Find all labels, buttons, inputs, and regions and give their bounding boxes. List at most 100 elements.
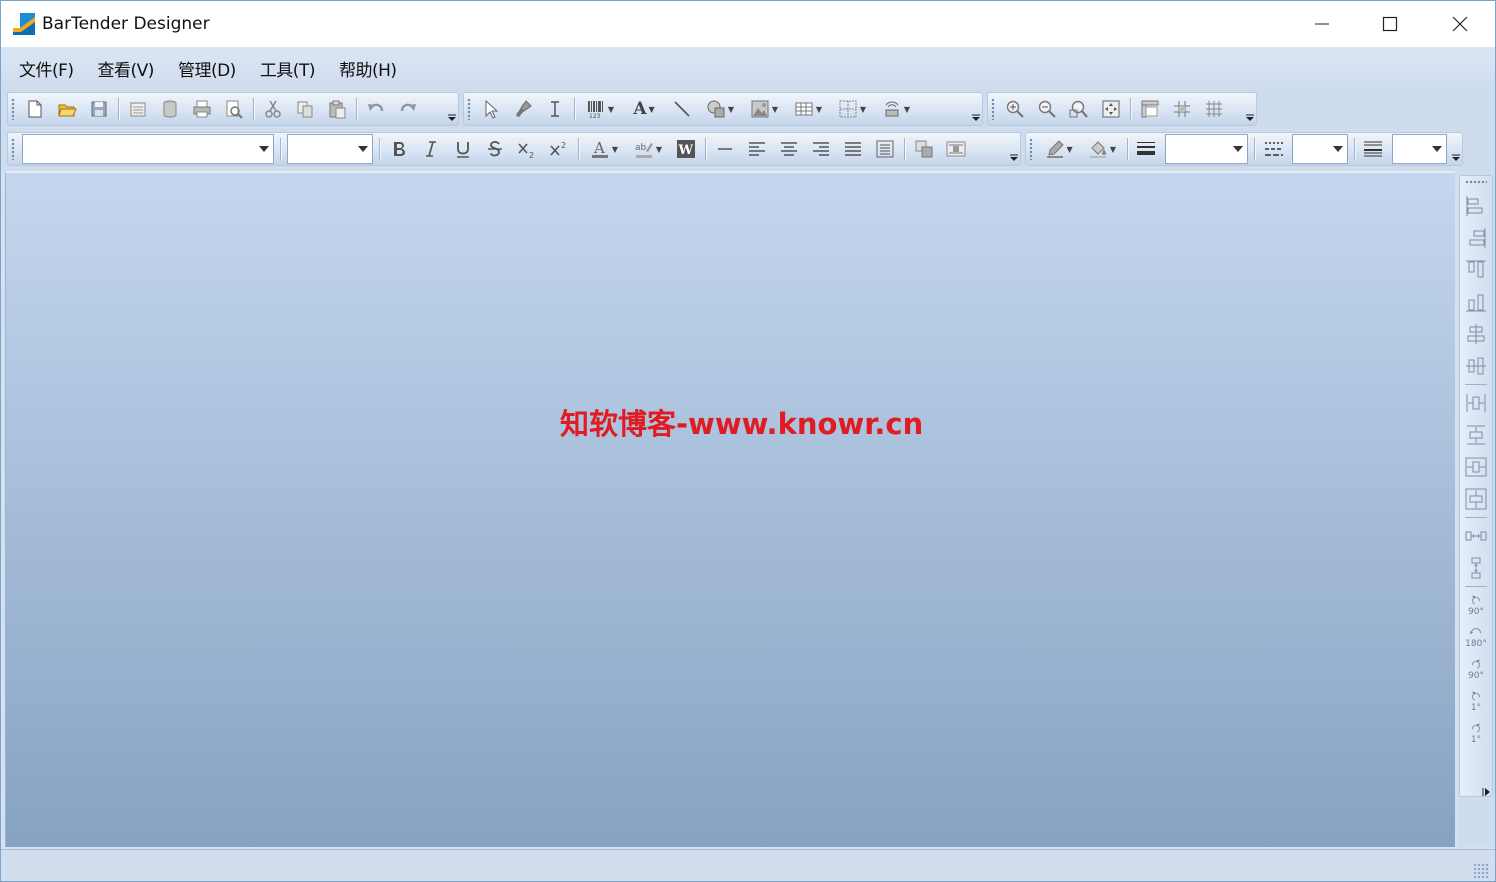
italic-button[interactable] [417,135,445,163]
format-painter-button[interactable] [509,95,537,123]
toolbar-overflow-button[interactable] [1450,134,1462,164]
font-name-combo[interactable] [22,134,274,164]
align-top-edges-button[interactable] [1462,255,1490,285]
font-color-button[interactable]: A ▼ [584,135,624,163]
print-button[interactable] [188,95,216,123]
distribute-vertical-button[interactable] [1462,553,1490,583]
align-left-edges-button[interactable] [1462,191,1490,221]
show-grid-icon [1206,101,1222,117]
word-wrap-button[interactable]: W [672,135,700,163]
rotate-180-button[interactable]: 180° [1462,622,1490,652]
toolbar-grip[interactable] [1029,138,1033,160]
table-tool-button[interactable]: ▼ [788,95,828,123]
line-weight-button[interactable] [1133,135,1161,163]
align-middles-button[interactable] [1462,351,1490,381]
align-center-button[interactable] [775,135,803,163]
align-centers-button[interactable] [1462,319,1490,349]
border-style-button[interactable] [1360,135,1388,163]
distribute-horizontal-button[interactable] [1462,521,1490,551]
zoom-in-button[interactable] [1001,95,1029,123]
menu-file[interactable]: 文件(F) [9,52,84,85]
rotate-cw-1-button[interactable]: 1° [1462,718,1490,748]
align-bottom-edges-button[interactable] [1462,287,1490,317]
toolbar-grip[interactable] [1465,180,1487,184]
toolbar-overflow-button[interactable] [1462,784,1495,800]
shapes-tool-button[interactable]: ▼ [700,95,740,123]
center-horizontal-button[interactable] [1462,388,1490,418]
ruler-button[interactable] [1136,95,1164,123]
wrap-text-button[interactable] [942,135,970,163]
highlight-button[interactable]: ab ▼ [628,135,668,163]
close-button[interactable] [1425,1,1495,47]
select-tool-button[interactable] [477,95,505,123]
paste-button[interactable] [323,95,351,123]
minimize-button[interactable] [1287,1,1357,47]
toolbar-grip[interactable] [11,138,15,160]
undo-button[interactable] [362,95,390,123]
save-button[interactable] [85,95,113,123]
text-tool-button[interactable]: A ▼ [624,95,664,123]
toolbar-overflow-button[interactable] [970,94,982,124]
toolbar-overflow-button[interactable] [1008,134,1020,164]
zoom-out-button[interactable] [1033,95,1061,123]
page-setup-button[interactable] [124,95,152,123]
rotate-ccw-1-button[interactable]: 1° [1462,686,1490,716]
grid-tool-button[interactable]: ▼ [832,95,872,123]
picture-tool-button[interactable]: ▼ [744,95,784,123]
object-toolbar: 123 ▼ A ▼ ▼ ▼ ▼ ▼ ▼ [463,92,983,126]
justify-button[interactable] [839,135,867,163]
toolbar-grip[interactable] [991,98,995,120]
superscript-button[interactable]: 2 [545,135,573,163]
show-grid-button[interactable] [1200,95,1228,123]
line-style-combo[interactable] [1292,134,1348,164]
database-button[interactable] [156,95,184,123]
center-page-h-button[interactable] [1462,452,1490,482]
menu-tools[interactable]: 工具(T) [250,52,325,85]
open-button[interactable] [53,95,81,123]
redo-button[interactable] [394,95,422,123]
bold-button[interactable] [385,135,413,163]
toolbar-overflow-button[interactable] [446,94,458,124]
align-right-edges-button[interactable] [1462,223,1490,253]
text-fit-button[interactable] [871,135,899,163]
rfid-tool-button[interactable]: ▼ [876,95,916,123]
line-button[interactable] [711,135,739,163]
menu-administer[interactable]: 管理(D) [168,52,246,85]
rotate-cw-90-button[interactable]: 90° [1462,654,1490,684]
font-size-combo[interactable] [287,134,373,164]
line-style-button[interactable] [1260,135,1288,163]
pen-color-button[interactable]: ▼ [1039,135,1078,163]
copy-button[interactable] [291,95,319,123]
zoom-window-button[interactable] [1065,95,1093,123]
toolbar-overflow-button[interactable] [1244,94,1256,124]
toolbar-grip[interactable] [11,98,15,120]
line-weight-combo[interactable] [1165,134,1248,164]
menu-view[interactable]: 查看(V) [88,52,164,85]
align-left-button[interactable] [743,135,771,163]
align-right-button[interactable] [807,135,835,163]
fill-color-button[interactable]: ▼ [1082,135,1121,163]
text-cursor-button[interactable] [541,95,569,123]
center-page-v-button[interactable] [1462,484,1490,514]
snap-to-grid-button[interactable] [1168,95,1196,123]
toolbar-grip[interactable] [467,98,471,120]
rotate-ccw-90-button[interactable]: 90° [1462,590,1490,620]
strikethrough-button[interactable] [481,135,509,163]
border-style-combo[interactable] [1392,134,1448,164]
new-button[interactable] [21,95,49,123]
cut-button[interactable] [259,95,287,123]
size-grip-icon[interactable] [1473,863,1489,879]
bring-front-button[interactable] [910,135,938,163]
underline-button[interactable] [449,135,477,163]
toolbar-separator [253,98,254,120]
design-canvas[interactable]: 知软博客-www.knowr.cn [5,171,1455,847]
menu-help[interactable]: 帮助(H) [329,52,407,85]
minimize-icon [1315,23,1329,25]
fit-page-button[interactable] [1097,95,1125,123]
center-vertical-button[interactable] [1462,420,1490,450]
print-preview-button[interactable] [220,95,248,123]
line-tool-button[interactable] [668,95,696,123]
barcode-tool-button[interactable]: 123 ▼ [580,95,620,123]
subscript-button[interactable]: 2 [513,135,541,163]
maximize-button[interactable] [1355,1,1425,47]
